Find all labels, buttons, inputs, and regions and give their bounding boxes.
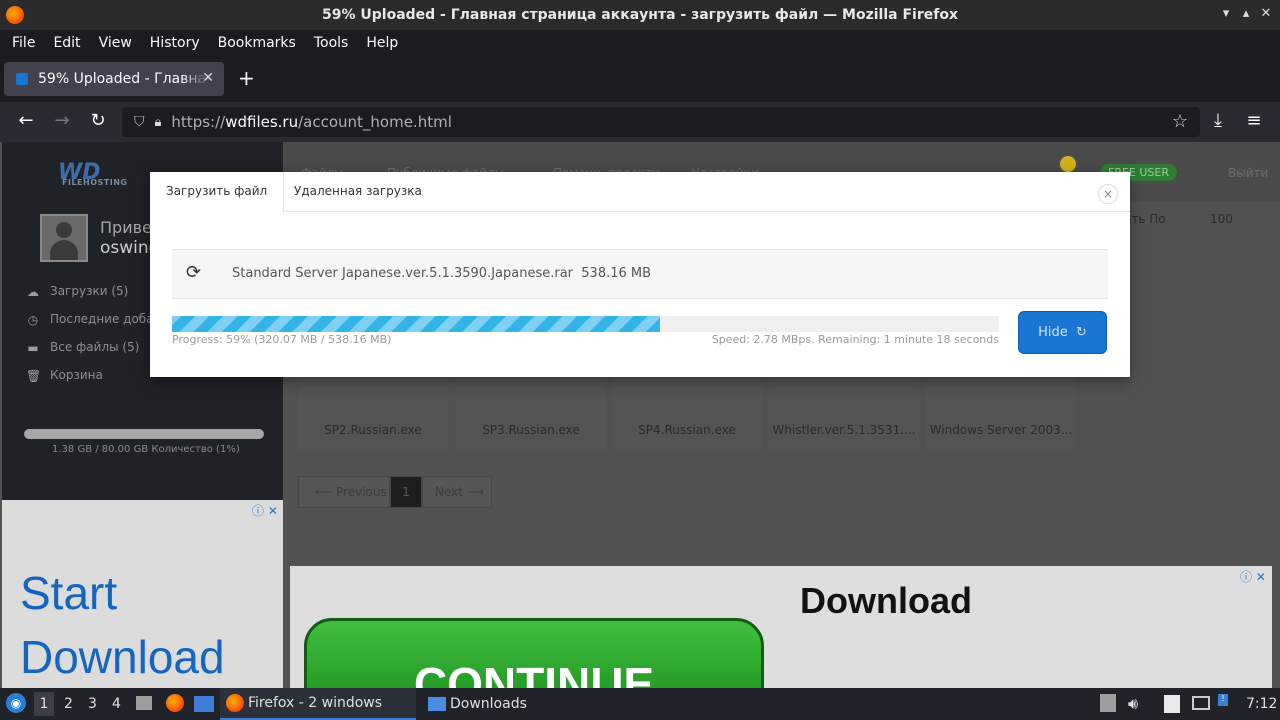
modal-tabs: Загрузить файл Удаленная загрузка × (150, 172, 1130, 213)
shield-icon[interactable]: ⛉ (134, 114, 145, 130)
volume-icon[interactable]: 🔊︎ (1128, 694, 1138, 714)
taskbar-window-label: Firefox - 2 windows (248, 695, 383, 711)
tray-notes-icon[interactable] (1164, 695, 1180, 713)
maximize-icon[interactable]: ▴ (1238, 6, 1254, 21)
upload-file-name: Standard Server Japanese.ver.5.1.3590.Ja… (232, 266, 574, 281)
new-tab-icon[interactable]: + (238, 66, 255, 90)
start-menu-icon[interactable]: ◉ (6, 693, 26, 713)
refresh-icon: ↻ (1076, 325, 1087, 340)
app-menu-icon[interactable]: ≡ (1242, 110, 1266, 131)
file-manager-icon[interactable] (136, 696, 152, 710)
browser-tab[interactable]: 59% Uploaded - Главная страница аккаунта… (4, 62, 224, 96)
hide-button[interactable]: Hide ↻ (1018, 311, 1107, 354)
site-favicon-icon (16, 73, 28, 85)
menu-bookmarks[interactable]: Bookmarks (210, 35, 304, 51)
taskbar-window-downloads[interactable]: Downloads (422, 688, 622, 720)
menu-view[interactable]: View (91, 35, 140, 51)
progress-text: Progress: 59% (320.07 MB / 538.16 MB) (172, 333, 392, 346)
close-tab-icon[interactable]: ✕ (202, 70, 214, 86)
minimize-icon[interactable]: ▾ (1218, 6, 1234, 21)
upload-progress-bar (172, 316, 999, 332)
workspace-4[interactable]: 4 (112, 696, 121, 712)
menu-file[interactable]: File (4, 35, 43, 51)
tab-title: 59% Uploaded - Главная страница аккаунта (38, 71, 208, 87)
terminal-icon[interactable] (194, 696, 214, 712)
hide-button-label: Hide (1038, 325, 1068, 340)
menu-history[interactable]: History (142, 35, 208, 51)
tray-update-icon[interactable]: ! (1218, 694, 1228, 706)
tray-clipboard-icon[interactable] (1100, 694, 1116, 712)
downloads-icon[interactable]: ⤓ (1206, 110, 1230, 131)
menu-bar: File Edit View History Bookmarks Tools H… (0, 30, 1280, 56)
firefox-icon (226, 694, 244, 712)
back-icon[interactable]: ← (14, 110, 38, 131)
upload-file-size: 538.16 MB (581, 266, 652, 281)
url-scheme: https:// (171, 113, 226, 131)
tab-strip: 59% Uploaded - Главная страница аккаунта… (0, 56, 1280, 102)
url-bar[interactable]: ⛉ 🔒︎ https:// wdfiles.ru /account_home.h… (122, 107, 1200, 137)
taskbar-window-firefox[interactable]: Firefox - 2 windows (220, 688, 416, 720)
bookmark-star-icon[interactable]: ☆ (1172, 111, 1188, 132)
upload-file-row: ⟳ Standard Server Japanese.ver.5.1.3590.… (172, 249, 1108, 299)
taskbar-window-label: Downloads (450, 696, 527, 712)
forward-icon[interactable]: → (50, 110, 74, 131)
taskbar: ◉ 1 2 3 4 Firefox - 2 windows Downloads … (0, 688, 1280, 720)
sync-icon: ⟳ (186, 262, 202, 283)
modal-close-icon[interactable]: × (1098, 184, 1118, 204)
firefox-logo-icon (6, 6, 24, 24)
firefox-launcher-icon[interactable] (166, 694, 184, 712)
upload-progress-fill (172, 316, 660, 332)
tab-upload-file[interactable]: Загрузить файл (150, 172, 285, 213)
lock-icon[interactable]: 🔒︎ (155, 115, 162, 130)
upload-file-info: Standard Server Japanese.ver.5.1.3590.Ja… (232, 266, 651, 281)
workspace-1[interactable]: 1 (34, 692, 54, 716)
workspace-3[interactable]: 3 (88, 696, 97, 712)
clock[interactable]: 7:12 (1246, 696, 1277, 712)
menu-edit[interactable]: Edit (45, 35, 88, 51)
url-host: wdfiles.ru (225, 113, 299, 131)
upload-modal: Загрузить файл Удаленная загрузка × ⟳ St… (150, 172, 1130, 377)
menu-help[interactable]: Help (358, 35, 406, 51)
url-path: /account_home.html (298, 113, 452, 131)
window-titlebar: 59% Uploaded - Главная страница аккаунта… (0, 0, 1280, 30)
navigation-bar: ← → ↻ ⛉ 🔒︎ https:// wdfiles.ru /account_… (0, 102, 1280, 142)
workspace-2[interactable]: 2 (64, 696, 73, 712)
window-title: 59% Uploaded - Главная страница аккаунта… (322, 7, 958, 23)
reload-icon[interactable]: ↻ (86, 110, 110, 131)
tab-remote-upload[interactable]: Удаленная загрузка (278, 172, 438, 212)
folder-icon (428, 697, 446, 711)
tray-display-icon[interactable] (1192, 696, 1210, 710)
menu-tools[interactable]: Tools (306, 35, 357, 51)
close-window-icon[interactable]: ✕ (1258, 6, 1274, 21)
speed-text: Speed: 2.78 MBps. Remaining: 1 minute 18… (711, 333, 999, 346)
